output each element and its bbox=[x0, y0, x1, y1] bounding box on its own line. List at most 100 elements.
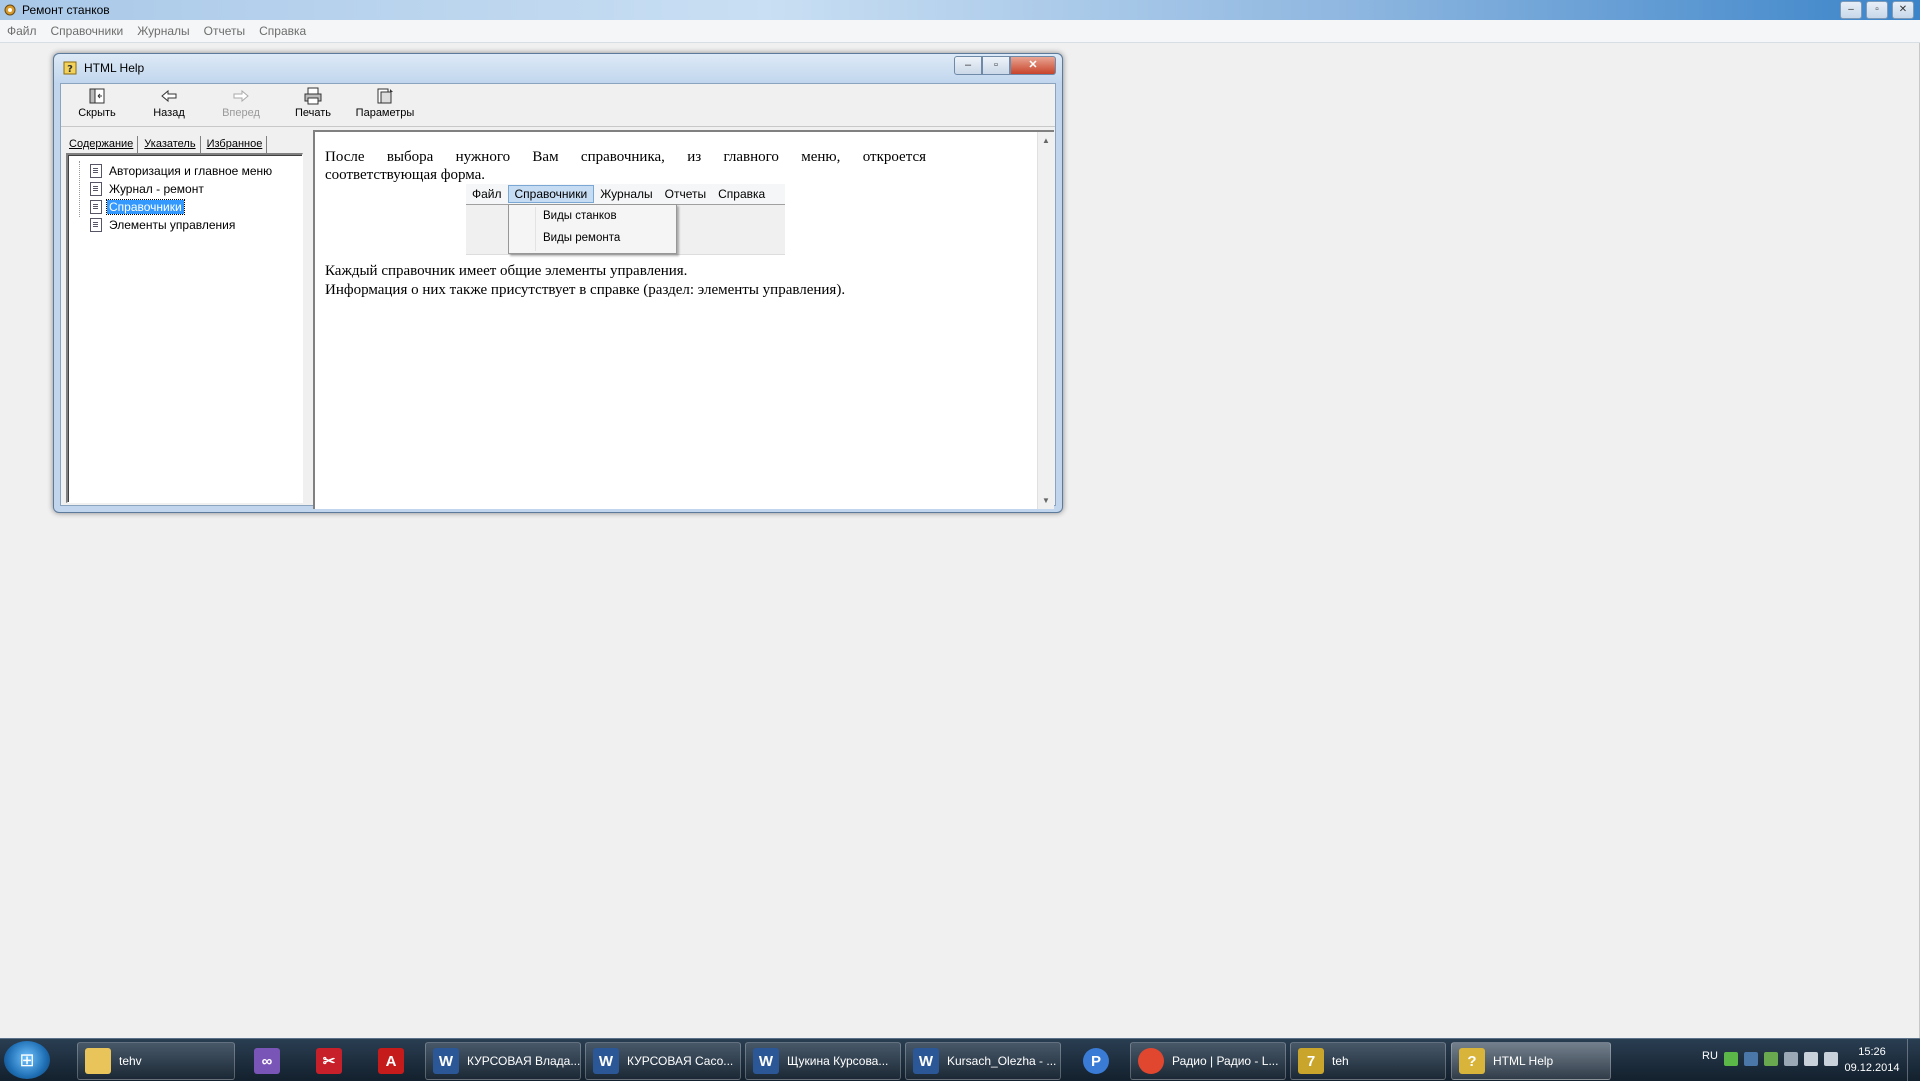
menu-help[interactable]: Справка bbox=[252, 24, 313, 38]
content-line: Каждый справочник имеет общие элементы у… bbox=[325, 263, 688, 279]
taskbar-item-label: HTML Help bbox=[1493, 1054, 1554, 1068]
word-icon: W bbox=[913, 1048, 939, 1074]
forward-arrow-icon bbox=[232, 86, 250, 106]
svg-text:?: ? bbox=[67, 64, 73, 75]
printer-icon bbox=[303, 86, 323, 106]
tab-favorites[interactable]: Избранное bbox=[203, 136, 268, 153]
navigation-pane: Содержание Указатель Избранное Авторизац… bbox=[65, 131, 304, 504]
taskbar-item-word-3[interactable]: W Щукина Курсова... bbox=[745, 1042, 901, 1080]
contents-tree: Авторизация и главное меню Журнал - ремо… bbox=[66, 153, 303, 503]
taskbar-item-label: КУРСОВАЯ Сасо... bbox=[627, 1054, 734, 1068]
tree-item-directories[interactable]: Справочники bbox=[90, 198, 185, 215]
tab-contents[interactable]: Содержание bbox=[65, 136, 139, 153]
tree-item-authorization[interactable]: Авторизация и главное меню bbox=[90, 162, 274, 179]
taskbar-item-label: Kursach_Olezha - ... bbox=[947, 1054, 1057, 1068]
show-desktop-button[interactable] bbox=[1907, 1039, 1920, 1081]
app-maximize-button[interactable]: ▫ bbox=[1866, 1, 1888, 19]
menu-illustration: Файл Справочники Журналы Отчеты Справка … bbox=[466, 184, 785, 255]
illustration-menu-item-open: Справочники bbox=[507, 185, 595, 203]
taskbar-item-label: КУРСОВАЯ Влада... bbox=[467, 1054, 581, 1068]
help-question-icon: ? bbox=[62, 60, 78, 76]
tree-connector bbox=[79, 161, 81, 217]
options-icon bbox=[375, 86, 395, 106]
taskbar-item-delphi[interactable]: 7 teh bbox=[1290, 1042, 1446, 1080]
print-button[interactable]: Печать bbox=[277, 84, 349, 126]
taskbar-item-chrome[interactable]: Радио | Радио - L... bbox=[1130, 1042, 1286, 1080]
illustration-menu-item: Журналы bbox=[600, 187, 653, 201]
app-minimize-button[interactable]: – bbox=[1840, 1, 1862, 19]
help-minimize-button[interactable]: – bbox=[954, 56, 982, 75]
delphi-icon: 7 bbox=[1298, 1048, 1324, 1074]
help-icon: ? bbox=[1459, 1048, 1485, 1074]
network-status-icon[interactable] bbox=[1764, 1052, 1778, 1066]
back-arrow-icon bbox=[160, 86, 178, 106]
app-titlebar: Ремонт станков – ▫ ✕ bbox=[0, 0, 1920, 20]
volume-icon[interactable] bbox=[1824, 1052, 1838, 1066]
windows-logo-icon: ⊞ bbox=[19, 1049, 35, 1070]
illustration-dropdown: Виды станков Виды ремонта bbox=[508, 204, 677, 254]
tab-index[interactable]: Указатель bbox=[140, 136, 201, 153]
taskbar-item-html-help[interactable]: ? HTML Help bbox=[1451, 1042, 1611, 1080]
content-paragraph-1: После выбора нужного Вам справочника, из… bbox=[325, 148, 926, 184]
taskbar-item-label: Щукина Курсова... bbox=[787, 1054, 889, 1068]
hide-label: Скрыть bbox=[78, 107, 116, 119]
content-line: соответствующая форма. bbox=[325, 167, 486, 183]
tree-item-repair-journal[interactable]: Журнал - ремонт bbox=[90, 180, 206, 197]
back-button[interactable]: Назад bbox=[133, 84, 205, 126]
content-paragraph-2: Каждый справочник имеет общие элементы у… bbox=[325, 262, 845, 300]
word-icon: W bbox=[433, 1048, 459, 1074]
content-scrollbar[interactable]: ▲ ▼ bbox=[1037, 132, 1054, 509]
menu-reports[interactable]: Отчеты bbox=[197, 24, 252, 38]
help-client-area: Скрыть Назад Вперед Печать Параметры Сод… bbox=[60, 83, 1056, 509]
tray-app-icon[interactable] bbox=[1724, 1052, 1738, 1066]
taskbar-item-label: tehv bbox=[119, 1054, 142, 1068]
menu-journals[interactable]: Журналы bbox=[130, 24, 196, 38]
taskbar-item-word-4[interactable]: W Kursach_Olezha - ... bbox=[905, 1042, 1061, 1080]
forward-button[interactable]: Вперед bbox=[205, 84, 277, 126]
clock-time: 15:26 bbox=[1858, 1046, 1886, 1058]
taskbar-item-word-1[interactable]: W КУРСОВАЯ Влада... bbox=[425, 1042, 581, 1080]
taskbar-item-snipping[interactable]: ✂ bbox=[302, 1042, 356, 1080]
help-close-button[interactable]: ✕ bbox=[1010, 56, 1056, 75]
scroll-up-icon[interactable]: ▲ bbox=[1042, 136, 1050, 145]
help-window-title: HTML Help bbox=[84, 61, 145, 75]
nav-tabs: Содержание Указатель Избранное bbox=[65, 131, 269, 153]
taskbar-item-tehv[interactable]: tehv bbox=[77, 1042, 235, 1080]
page-icon bbox=[90, 181, 102, 196]
tree-item-label: Авторизация и главное меню bbox=[109, 163, 273, 178]
clock[interactable]: 15:26 09.12.2014 bbox=[1842, 1044, 1902, 1076]
illustration-menubar: Файл Справочники Журналы Отчеты Справка bbox=[466, 184, 785, 205]
language-indicator[interactable]: RU bbox=[1702, 1050, 1718, 1062]
visual-studio-icon: ∞ bbox=[254, 1048, 280, 1074]
taskbar-item-acrobat[interactable]: A bbox=[364, 1042, 418, 1080]
illustration-menu-item: Справка bbox=[718, 187, 766, 201]
taskbar-item-label: teh bbox=[1332, 1054, 1349, 1068]
back-label: Назад bbox=[153, 107, 185, 119]
help-window: ? HTML Help – ▫ ✕ Скрыть Назад Вперед Пе… bbox=[53, 53, 1063, 513]
word-icon: W bbox=[753, 1048, 779, 1074]
snipping-tool-icon: ✂ bbox=[316, 1048, 342, 1074]
taskbar-item-pscp[interactable]: P bbox=[1069, 1042, 1123, 1080]
pscp-icon: P bbox=[1083, 1048, 1109, 1074]
illustration-dropdown-item: Виды станков bbox=[543, 210, 617, 222]
illustration-dropdown-item: Виды ремонта bbox=[543, 232, 621, 244]
menu-file[interactable]: Файл bbox=[0, 24, 44, 38]
hide-button[interactable]: Скрыть bbox=[61, 84, 133, 126]
taskbar: ⊞ tehv ∞ ✂ A W КУРСОВАЯ Влада... W КУРСО… bbox=[0, 1038, 1920, 1081]
dropdown-gutter bbox=[535, 207, 536, 251]
help-titlebar[interactable]: ? HTML Help – ▫ ✕ bbox=[54, 54, 1062, 82]
taskbar-item-visual-studio[interactable]: ∞ bbox=[240, 1042, 294, 1080]
illustration-menu-item: Отчеты bbox=[664, 187, 707, 201]
display-icon[interactable] bbox=[1784, 1052, 1798, 1066]
app-close-button[interactable]: ✕ bbox=[1892, 1, 1914, 19]
app-title: Ремонт станков bbox=[22, 3, 110, 17]
start-button[interactable]: ⊞ bbox=[4, 1041, 50, 1079]
vk-icon[interactable] bbox=[1744, 1052, 1758, 1066]
scroll-down-icon[interactable]: ▼ bbox=[1042, 496, 1050, 505]
help-maximize-button[interactable]: ▫ bbox=[982, 56, 1010, 75]
tree-item-controls[interactable]: Элементы управления bbox=[90, 216, 237, 233]
menu-directories[interactable]: Справочники bbox=[44, 24, 131, 38]
action-center-flag-icon[interactable] bbox=[1804, 1052, 1818, 1066]
taskbar-item-word-2[interactable]: W КУРСОВАЯ Сасо... bbox=[585, 1042, 741, 1080]
options-button[interactable]: Параметры bbox=[349, 84, 421, 126]
